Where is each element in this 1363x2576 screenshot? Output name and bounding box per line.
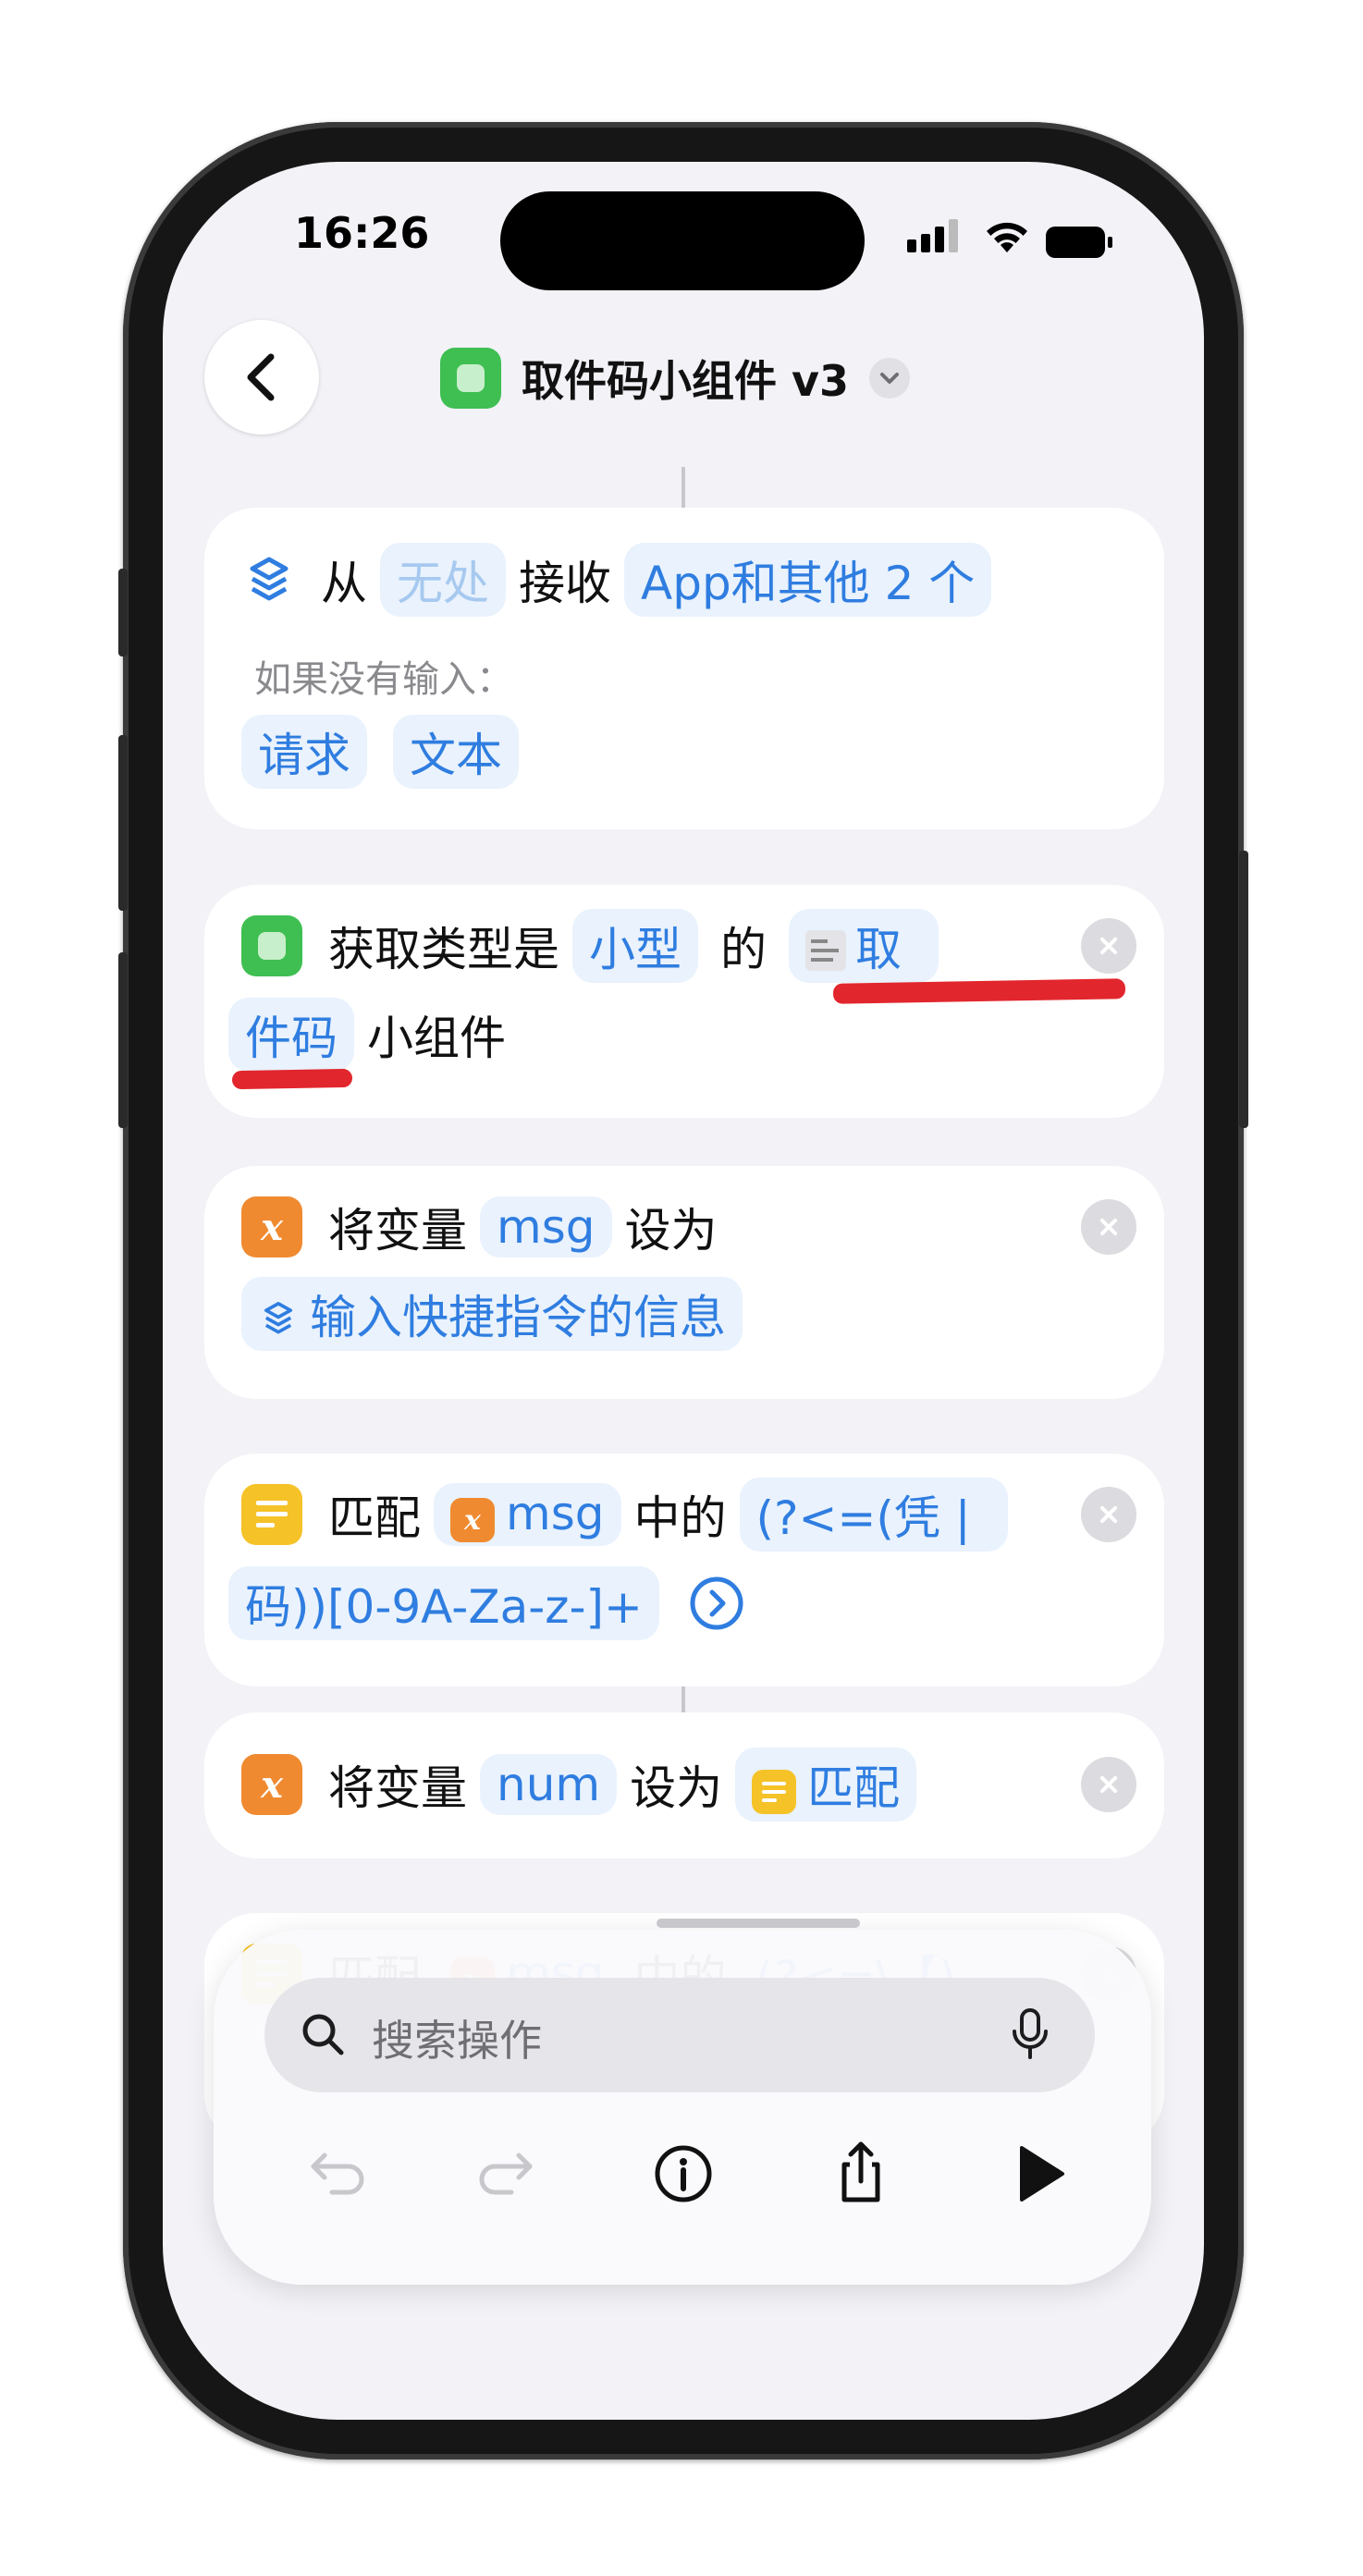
of-label: 的 <box>720 923 767 976</box>
side-button-volume-down <box>118 952 128 1128</box>
text-lines-icon <box>241 1484 302 1545</box>
set-variable-num-card[interactable]: x 将变量 num 设为 匹配 <box>204 1712 1164 1858</box>
shortcut-layers-icon <box>250 557 289 601</box>
red-annotation-mark <box>832 978 1126 1004</box>
chevron-left-icon <box>247 353 275 401</box>
variable-name-token[interactable]: msg <box>480 1196 612 1257</box>
widget-name-part1: 取 <box>855 923 902 976</box>
regex-token-part2[interactable]: 码))[0-9A-Za-z-]+ <box>228 1566 659 1640</box>
search-input[interactable]: 搜索操作 <box>264 1978 1095 2092</box>
document-thumb-icon <box>805 930 846 971</box>
shortcut-layers-icon <box>264 1302 293 1334</box>
cellular-signal-icon <box>907 215 963 260</box>
widget-size-token[interactable]: 小型 <box>572 909 698 983</box>
get-widget-card[interactable]: 获取类型是 小型 的 取 件码 小组件 <box>204 885 1164 1118</box>
source-token[interactable]: 无处 <box>380 543 506 617</box>
share-icon[interactable] <box>824 2137 898 2211</box>
set-variable-label: 将变量 <box>328 1204 467 1257</box>
no-input-label: 如果没有输入： <box>254 658 513 701</box>
variable-x-icon: x <box>241 1196 302 1257</box>
wifi-icon <box>987 222 1027 252</box>
play-icon[interactable] <box>1001 2137 1075 2211</box>
flow-connector <box>682 467 685 508</box>
flow-connector <box>682 1687 685 1712</box>
side-button-power <box>1239 851 1248 1128</box>
side-button-action <box>118 569 128 656</box>
side-button-volume-up <box>118 735 128 911</box>
match-variable-token[interactable]: xmsg <box>434 1482 621 1547</box>
variable-name-token[interactable]: num <box>480 1754 618 1815</box>
status-icons <box>907 215 1112 260</box>
shortcut-app-icon <box>440 348 501 409</box>
search-placeholder: 搜索操作 <box>372 2016 542 2066</box>
back-button[interactable] <box>204 320 319 435</box>
get-type-label: 获取类型是 <box>328 923 559 976</box>
widget-app-icon <box>241 915 302 976</box>
panel-grabber[interactable] <box>657 1919 860 1928</box>
set-variable-label: 将变量 <box>328 1761 467 1815</box>
remove-action-button[interactable] <box>1081 1487 1136 1542</box>
info-icon[interactable] <box>646 2137 720 2211</box>
match-label: 匹配 <box>328 1491 421 1545</box>
shortcut-title-text: 取件码小组件 v3 <box>522 356 850 406</box>
match-variable-name: msg <box>506 1486 605 1540</box>
shortcut-title[interactable]: 取件码小组件 v3 <box>440 345 911 411</box>
receive-input-card[interactable]: 从 无处 接收 App和其他 2 个 如果没有输入： 请求 文本 <box>204 508 1164 829</box>
undo-icon[interactable] <box>295 2137 369 2211</box>
expand-arrow-icon[interactable] <box>689 1576 744 1631</box>
match-text-card-1[interactable]: 匹配 x msg 中的 (?<=(凭 | 码))[0-9A-Za-z-]+ <box>204 1454 1164 1687</box>
input-types-token[interactable]: App和其他 2 个 <box>624 543 992 617</box>
status-time: 16:26 <box>294 208 430 258</box>
redo-icon[interactable] <box>474 2137 548 2211</box>
shortcut-input-token[interactable]: 输入快捷指令的信息 <box>241 1277 743 1351</box>
from-label: 从 <box>321 557 367 610</box>
no-input-option-request[interactable]: 请求 <box>241 715 367 789</box>
remove-action-button[interactable] <box>1081 918 1136 974</box>
set-to-label: 设为 <box>630 1761 723 1815</box>
receive-label: 接收 <box>519 557 611 610</box>
set-variable-msg-card[interactable]: x 将变量 msg 设为 输入快捷指令的信息 <box>204 1166 1164 1399</box>
chevron-down-icon[interactable] <box>869 358 911 399</box>
microphone-icon[interactable] <box>1010 2007 1050 2063</box>
regex-token-part1[interactable]: (?<=(凭 | <box>739 1478 1008 1552</box>
no-input-option-text[interactable]: 文本 <box>393 715 519 789</box>
phone-screen: 16:26 取件码小组件 v3 从 无处 接收 App和其他 2 个 如果没有输… <box>163 162 1204 2420</box>
widget-name-part2[interactable]: 件码 <box>228 998 354 1072</box>
variable-x-icon: x <box>450 1498 495 1543</box>
remove-action-button[interactable] <box>1081 1757 1136 1812</box>
widget-name-token[interactable]: 取 <box>789 909 939 983</box>
in-label: 中的 <box>633 1491 727 1545</box>
widget-suffix-label: 小组件 <box>367 1012 506 1065</box>
remove-action-button[interactable] <box>1081 1199 1136 1255</box>
red-annotation-mark <box>231 1068 353 1090</box>
text-lines-icon <box>752 1769 797 1814</box>
set-to-label: 设为 <box>624 1204 718 1257</box>
shortcut-input-label: 输入快捷指令的信息 <box>310 1291 726 1344</box>
action-search-panel: 搜索操作 <box>214 1919 1151 2285</box>
battery-icon <box>1046 227 1112 258</box>
magnifier-icon <box>302 2014 344 2055</box>
dynamic-island <box>500 191 865 290</box>
match-result-token[interactable]: 匹配 <box>735 1748 917 1822</box>
variable-x-icon: x <box>241 1754 302 1815</box>
match-result-label: 匹配 <box>807 1761 901 1815</box>
